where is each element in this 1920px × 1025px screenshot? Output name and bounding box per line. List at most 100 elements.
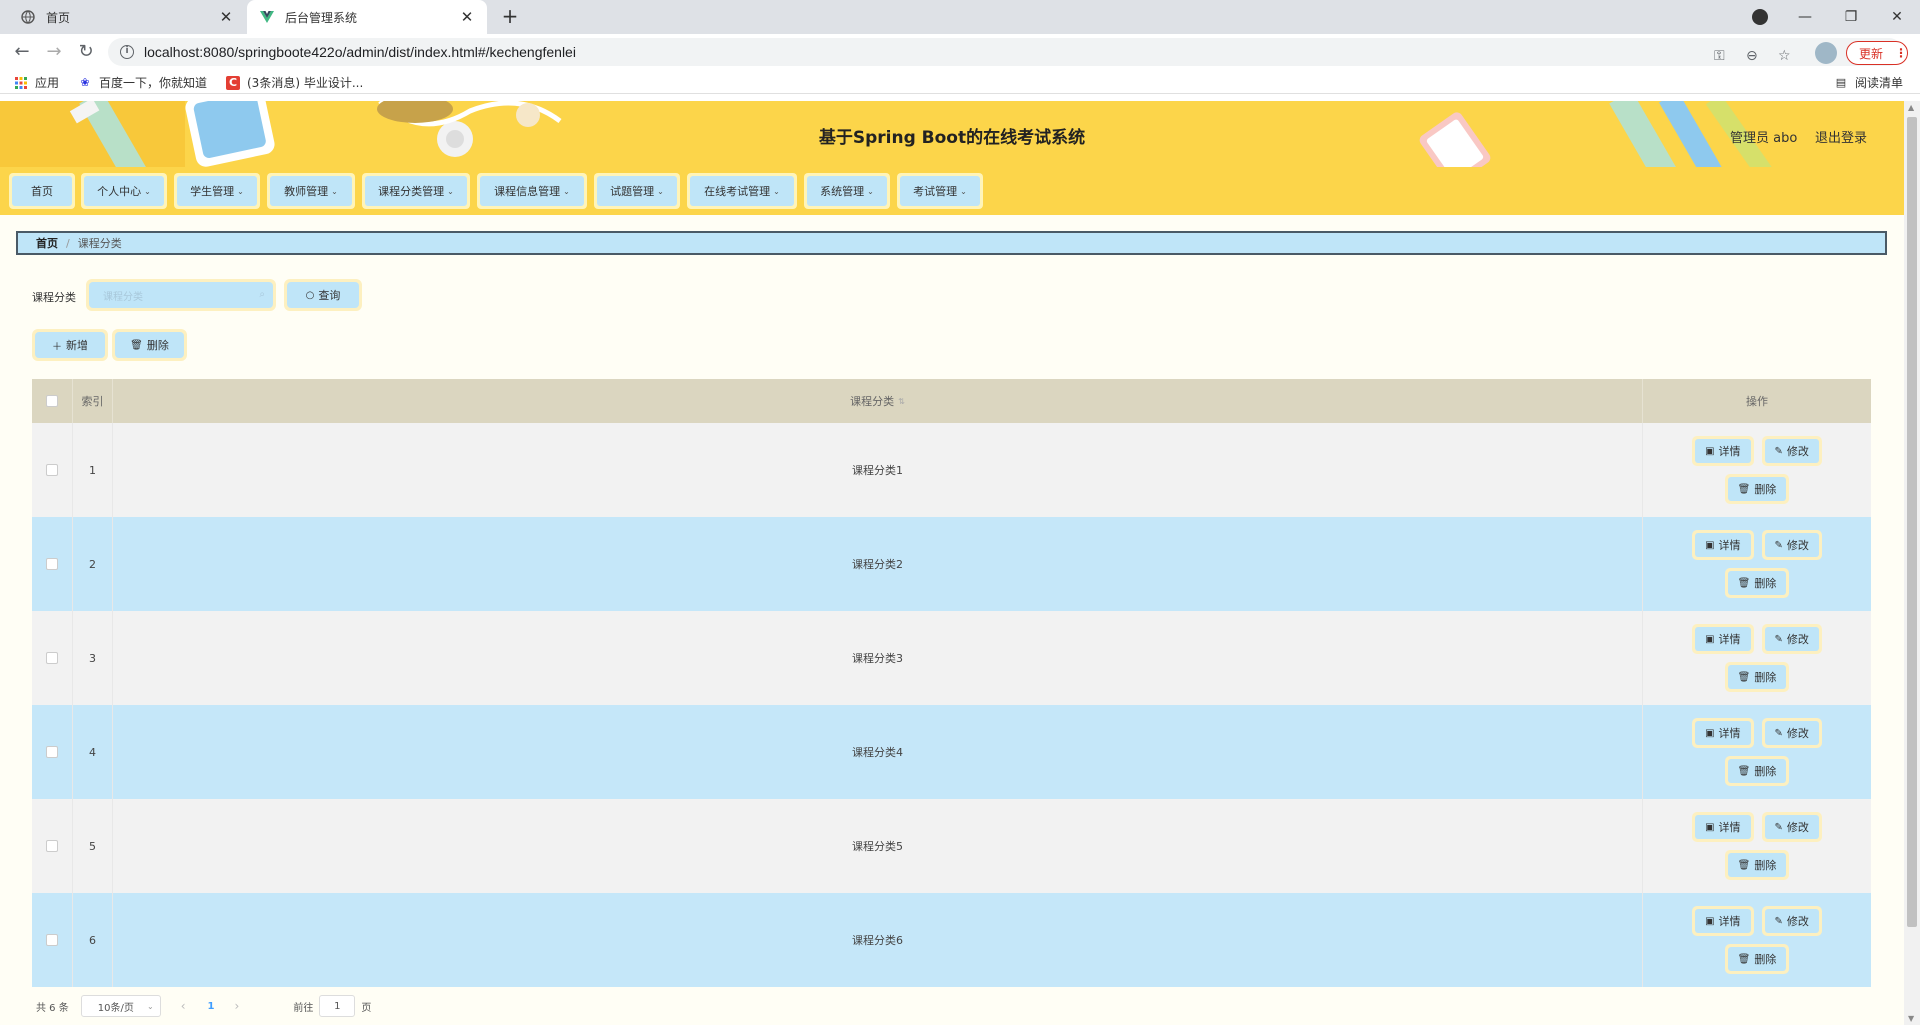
menu-teacher-management[interactable]: 教师管理 ⌄ xyxy=(267,173,355,209)
tab-search-icon[interactable] xyxy=(1752,9,1768,25)
page-scrollbar[interactable]: ▲ ▼ xyxy=(1904,101,1920,1025)
edit-button[interactable]: ✎ 修改 xyxy=(1761,718,1822,748)
reading-list[interactable]: ▤ 阅读清单 xyxy=(1834,74,1903,91)
bulk-delete-button[interactable]: 🗑 删除 xyxy=(112,329,187,361)
more-menu-icon[interactable]: ⋮ xyxy=(1895,46,1907,60)
row-delete-button[interactable]: 🗑 删除 xyxy=(1724,568,1790,598)
scroll-up-icon[interactable]: ▲ xyxy=(1908,103,1914,112)
menu-exam-management[interactable]: 考试管理 ⌄ xyxy=(897,173,983,209)
delete-label: 删除 xyxy=(1754,953,1777,966)
table-row: 5 课程分类5 ▣ 详情 ✎ 修改 🗑 删除 xyxy=(32,799,1871,893)
back-icon[interactable]: ← xyxy=(10,40,34,64)
row-delete-button[interactable]: 🗑 删除 xyxy=(1724,944,1790,974)
edit-button[interactable]: ✎ 修改 xyxy=(1761,812,1822,842)
search-placeholder: 课程分类 xyxy=(103,291,143,303)
row-category: 课程分类2 xyxy=(113,517,1643,611)
restore-icon[interactable]: ❐ xyxy=(1828,9,1874,25)
browser-tab-home[interactable]: 首页 ✕ xyxy=(8,0,246,34)
key-icon[interactable]: ⚿ xyxy=(1714,48,1725,64)
omnibox[interactable]: i localhost:8080/springboote422o/admin/d… xyxy=(108,38,1903,66)
search-input[interactable]: 课程分类 ⌕ xyxy=(86,279,276,311)
detail-button[interactable]: ▣ 详情 xyxy=(1692,812,1754,842)
menu-question-management[interactable]: 试题管理 ⌄ xyxy=(594,173,680,209)
menu-label: 首页 xyxy=(31,185,53,198)
sort-icon[interactable]: ⇅ xyxy=(898,397,905,406)
menu-student-management[interactable]: 学生管理 ⌄ xyxy=(174,173,260,209)
menu-course-info-management[interactable]: 课程信息管理 ⌄ xyxy=(477,173,587,209)
app-page: 基于Spring Boot的在线考试系统 管理员 abo 退出登录 首页 个人中… xyxy=(0,101,1904,1025)
row-select-cell xyxy=(32,611,73,705)
close-tab-icon[interactable]: ✕ xyxy=(218,8,234,26)
row-checkbox[interactable] xyxy=(46,652,58,664)
bookmark-baidu[interactable]: ❀ 百度一下，你就知道 xyxy=(78,74,207,91)
minimize-icon[interactable]: — xyxy=(1782,9,1828,25)
app-header: 基于Spring Boot的在线考试系统 管理员 abo 退出登录 xyxy=(0,101,1904,167)
prev-page-icon[interactable]: ‹ xyxy=(181,999,186,1013)
row-checkbox[interactable] xyxy=(46,840,58,852)
header-category[interactable]: 课程分类 ⇅ xyxy=(113,379,1643,423)
reload-icon[interactable]: ↻ xyxy=(74,40,98,64)
new-tab-button[interactable]: + xyxy=(498,4,522,30)
bookmark-csdn[interactable]: C (3条消息) 毕业设计... xyxy=(226,74,363,91)
close-tab-icon[interactable]: ✕ xyxy=(459,8,475,26)
site-info-icon[interactable]: i xyxy=(120,45,134,59)
row-index: 5 xyxy=(73,799,113,893)
breadcrumb-home[interactable]: 首页 xyxy=(36,235,58,251)
close-window-icon[interactable]: ✕ xyxy=(1874,9,1920,25)
menu-course-category-management[interactable]: 课程分类管理 ⌄ xyxy=(362,173,470,209)
update-button[interactable]: 更新 ⋮ xyxy=(1846,41,1908,65)
zoom-icon[interactable]: ⊖ xyxy=(1746,48,1758,64)
table-row: 3 课程分类3 ▣ 详情 ✎ 修改 🗑 删除 xyxy=(32,611,1871,705)
edit-button[interactable]: ✎ 修改 xyxy=(1761,436,1822,466)
detail-button[interactable]: ▣ 详情 xyxy=(1692,718,1754,748)
query-button[interactable]: ○ 查询 xyxy=(284,279,362,311)
menu-personal-center[interactable]: 个人中心 ⌄ xyxy=(81,173,167,209)
menu-online-exam-management[interactable]: 在线考试管理 ⌄ xyxy=(687,173,797,209)
header-operation: 操作 xyxy=(1746,395,1768,408)
detail-button[interactable]: ▣ 详情 xyxy=(1692,624,1754,654)
query-label: 查询 xyxy=(318,289,341,302)
row-checkbox[interactable] xyxy=(46,746,58,758)
detail-label: 详情 xyxy=(1718,539,1741,552)
scrollbar-thumb[interactable] xyxy=(1907,117,1917,927)
scroll-down-icon[interactable]: ▼ xyxy=(1908,1014,1914,1023)
category-table: 索引 课程分类 ⇅ 操作 1 课程分类1 ▣ 详情 ✎ 修改 🗑 删除 2 课程分类2 ▣ 详情 ✎ 修改 🗑… xyxy=(32,379,1871,987)
trash-icon: 🗑 xyxy=(1737,765,1751,777)
row-delete-button[interactable]: 🗑 删除 xyxy=(1724,850,1790,880)
detail-button[interactable]: ▣ 详情 xyxy=(1692,530,1754,560)
add-button[interactable]: ＋ 新增 xyxy=(32,329,108,361)
add-label: 新增 xyxy=(66,339,88,352)
detail-button[interactable]: ▣ 详情 xyxy=(1692,906,1754,936)
select-all-checkbox[interactable] xyxy=(46,395,58,407)
browser-tab-admin[interactable]: 后台管理系统 ✕ xyxy=(247,0,487,34)
row-select-cell xyxy=(32,423,73,517)
delete-label: 删除 xyxy=(1754,483,1777,496)
row-checkbox[interactable] xyxy=(46,558,58,570)
profile-avatar[interactable] xyxy=(1815,42,1837,64)
edit-label: 修改 xyxy=(1786,445,1809,458)
row-delete-button[interactable]: 🗑 删除 xyxy=(1724,756,1790,786)
forward-icon[interactable]: → xyxy=(42,40,66,64)
menu-label: 学生管理 xyxy=(190,185,235,198)
menu-system-management[interactable]: 系统管理 ⌄ xyxy=(804,173,890,209)
row-delete-button[interactable]: 🗑 删除 xyxy=(1724,474,1790,504)
detail-button[interactable]: ▣ 详情 xyxy=(1692,436,1754,466)
page-size-select[interactable]: 10条/页 ⌄ xyxy=(80,995,161,1017)
edit-button[interactable]: ✎ 修改 xyxy=(1761,906,1822,936)
edit-button[interactable]: ✎ 修改 xyxy=(1761,624,1822,654)
row-delete-button[interactable]: 🗑 删除 xyxy=(1724,662,1790,692)
current-page[interactable]: 1 xyxy=(208,1001,215,1012)
logout-link[interactable]: 退出登录 xyxy=(1815,127,1867,146)
row-checkbox[interactable] xyxy=(46,934,58,946)
menu-home[interactable]: 首页 xyxy=(9,173,75,209)
row-checkbox[interactable] xyxy=(46,464,58,476)
edit-button[interactable]: ✎ 修改 xyxy=(1761,530,1822,560)
chevron-down-icon: ⌄ xyxy=(237,186,244,196)
pagination: 共 6 条 10条/页 ⌄ ‹ 1 › 前往 1 页 xyxy=(36,994,371,1018)
goto-page-input[interactable]: 1 xyxy=(319,995,356,1017)
trash-icon: 🗑 xyxy=(1737,483,1751,495)
bookmark-apps[interactable]: 应用 xyxy=(14,74,59,91)
next-page-icon[interactable]: › xyxy=(235,999,240,1013)
star-icon[interactable]: ☆ xyxy=(1778,48,1791,64)
menu-label: 个人中心 xyxy=(97,185,142,198)
